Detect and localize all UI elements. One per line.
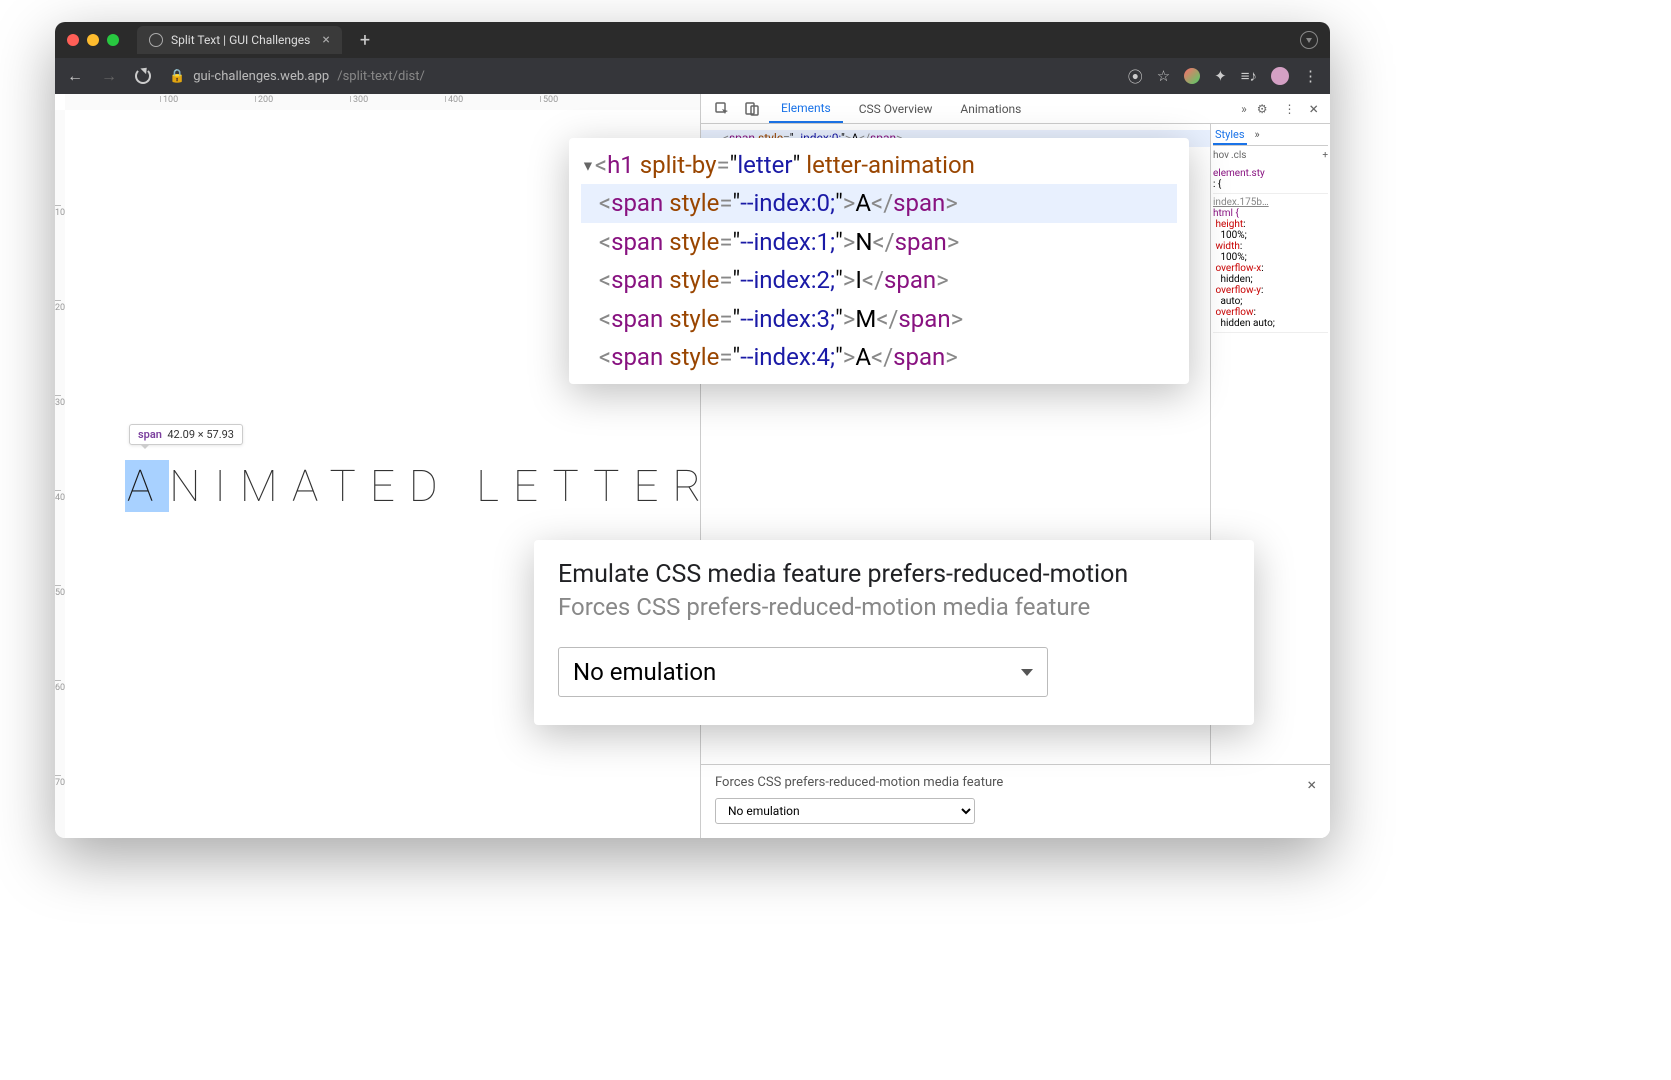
- globe-icon: [149, 33, 163, 47]
- browser-tab[interactable]: Split Text | GUI Challenges ×: [137, 26, 342, 54]
- bookmark-icon[interactable]: ☆: [1157, 67, 1170, 85]
- new-tab-button[interactable]: +: [360, 30, 370, 51]
- close-tab-icon[interactable]: ×: [322, 32, 329, 48]
- rendering-zoom-select[interactable]: No emulation: [558, 647, 1048, 697]
- maximize-window-button[interactable]: [107, 34, 119, 46]
- close-devtools-icon[interactable]: ×: [1309, 99, 1318, 118]
- chevron-down-icon: [1021, 669, 1033, 676]
- tooltip-dims: 42.09 × 57.93: [167, 428, 234, 441]
- color-extension-icon[interactable]: [1184, 68, 1200, 84]
- close-window-button[interactable]: [67, 34, 79, 46]
- emulation-select[interactable]: No emulation: [715, 798, 975, 824]
- url-path: /split-text/dist/: [337, 69, 425, 84]
- rendering-zoom-subtitle: Forces CSS prefers-reduced-motion media …: [558, 593, 1230, 621]
- address-bar: ← → 🔒 gui-challenges.web.app/split-text/…: [55, 58, 1330, 94]
- url-field[interactable]: 🔒 gui-challenges.web.app/split-text/dist…: [169, 69, 1110, 84]
- rule-selector: element.sty: [1213, 168, 1265, 179]
- avatar-icon[interactable]: [1271, 67, 1289, 85]
- add-rule-icon[interactable]: +: [1322, 150, 1328, 161]
- menu-icon[interactable]: ⋮: [1303, 67, 1318, 85]
- media-icon[interactable]: ≡♪: [1241, 67, 1257, 85]
- traffic-lights: [67, 34, 119, 46]
- element-tooltip: span 42.09 × 57.93: [129, 424, 243, 445]
- translate-icon[interactable]: ⦿: [1128, 66, 1143, 87]
- styles-tab[interactable]: Styles: [1213, 126, 1247, 145]
- back-button[interactable]: ←: [67, 66, 83, 86]
- rule-source[interactable]: index.175b…: [1213, 197, 1269, 208]
- styles-more-icon[interactable]: »: [1253, 126, 1262, 145]
- animated-heading: ANIMATED LETTERS: [125, 460, 755, 512]
- tab-css-overview[interactable]: CSS Overview: [847, 94, 945, 123]
- extensions-icon[interactable]: ✦: [1214, 67, 1227, 85]
- profile-dropdown-icon[interactable]: [1300, 31, 1318, 49]
- rendering-zoom-value: No emulation: [573, 658, 716, 686]
- rendering-zoom-title: Emulate CSS media feature prefers-reduce…: [558, 560, 1230, 589]
- rule-selector: html {: [1213, 208, 1239, 219]
- more-tabs-icon[interactable]: »: [1241, 102, 1247, 116]
- vertical-ruler: 100200300400500600700800: [55, 110, 65, 838]
- titlebar: Split Text | GUI Challenges × +: [55, 22, 1330, 58]
- rendering-label: Forces CSS prefers-reduced-motion media …: [715, 775, 1316, 790]
- toolbar-icons: ⦿ ☆ ✦ ≡♪ ⋮: [1128, 66, 1318, 87]
- tab-title: Split Text | GUI Challenges: [171, 33, 310, 47]
- tooltip-tag: span: [138, 428, 162, 441]
- inspect-icon[interactable]: [709, 96, 735, 122]
- cls-toggle[interactable]: .cls: [1231, 150, 1246, 161]
- minimize-window-button[interactable]: [87, 34, 99, 46]
- rendering-zoom-overlay: Emulate CSS media feature prefers-reduce…: [534, 540, 1254, 725]
- forward-button[interactable]: →: [101, 66, 117, 86]
- lock-icon: 🔒: [169, 69, 185, 84]
- rendering-panel: × Forces CSS prefers-reduced-motion medi…: [701, 764, 1330, 838]
- devtools-tabs: Elements CSS Overview Animations » ⚙ ⋮ ×: [701, 94, 1330, 124]
- hov-toggle[interactable]: hov: [1213, 150, 1229, 161]
- reload-icon[interactable]: [135, 68, 151, 84]
- tab-animations[interactable]: Animations: [948, 94, 1033, 123]
- tab-elements[interactable]: Elements: [769, 94, 843, 123]
- rule-body: : {: [1213, 179, 1221, 190]
- kebab-icon[interactable]: ⋮: [1283, 102, 1295, 116]
- gear-icon[interactable]: ⚙: [1257, 102, 1268, 116]
- url-host: gui-challenges.web.app: [193, 69, 329, 84]
- close-drawer-icon[interactable]: ×: [1307, 775, 1316, 794]
- device-toggle-icon[interactable]: [739, 96, 765, 122]
- dom-zoom-overlay: ▼<h1 split-by="letter" letter-animation …: [569, 138, 1189, 384]
